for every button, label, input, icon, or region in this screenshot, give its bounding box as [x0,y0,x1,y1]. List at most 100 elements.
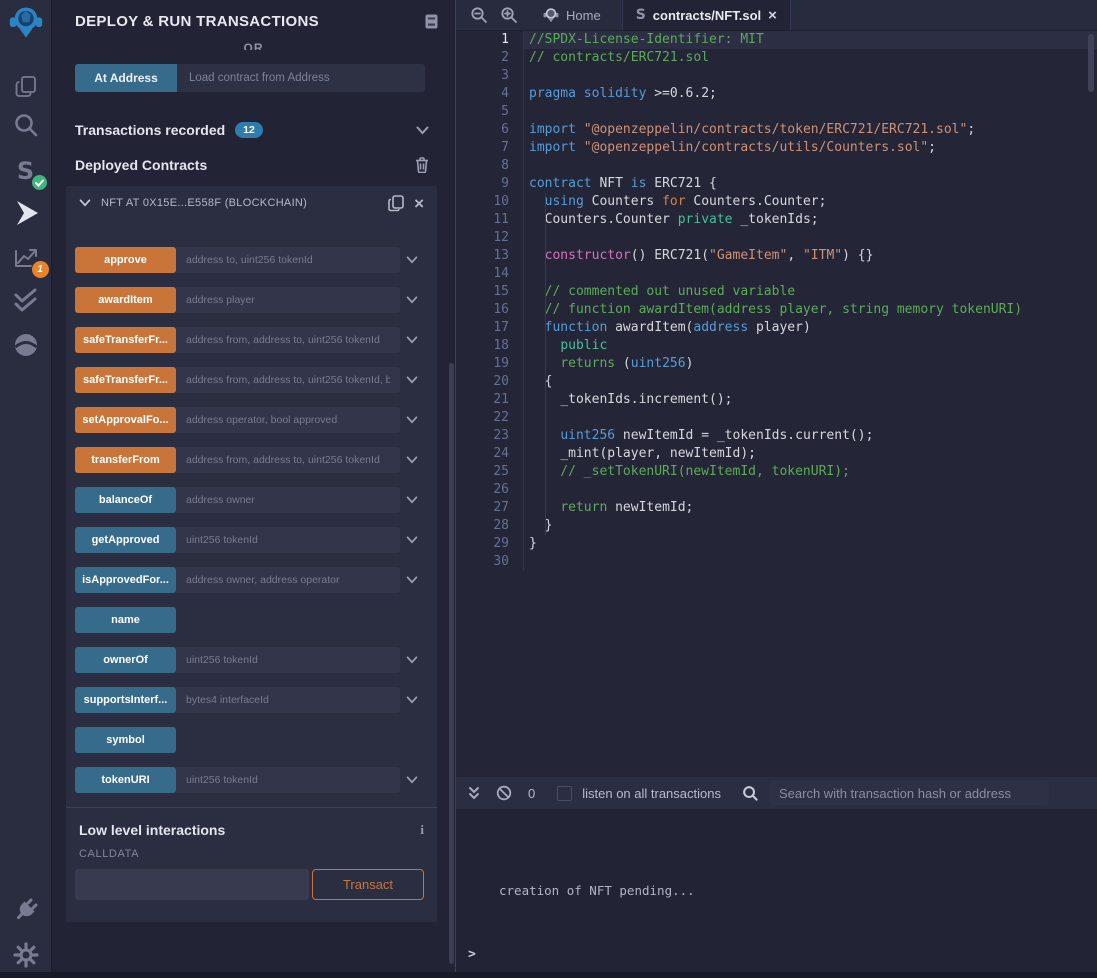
transact-button[interactable]: Transact [312,869,424,900]
code-line[interactable]: 7import "@openzeppelin/contracts/utils/C… [456,139,1097,157]
at-address-button[interactable]: At Address [75,64,177,92]
function-button-symbol[interactable]: symbol [75,727,176,753]
code-line[interactable]: 5 [456,103,1097,121]
expand-function-chevron-icon[interactable] [400,576,424,584]
code-line[interactable]: 19 returns (uint256) [456,355,1097,373]
expand-function-chevron-icon[interactable] [400,296,424,304]
plugin-icon[interactable] [9,893,43,927]
code-line[interactable]: 24 _mint(player, newItemId); [456,445,1097,463]
function-params-input[interactable] [176,487,400,513]
code-line[interactable]: 12 [456,229,1097,247]
function-button-awarditem[interactable]: awardItem [75,287,176,313]
documentation-book-icon[interactable] [424,14,439,29]
function-params-input[interactable] [176,367,400,393]
code-line[interactable]: 1//SPDX-License-Identifier: MIT [456,31,1097,49]
search-icon[interactable] [9,108,43,142]
at-address-input[interactable] [177,64,425,92]
editor-scrollbar[interactable] [1088,34,1094,92]
code-line[interactable]: 8 [456,157,1097,175]
function-button-supportsinterf-[interactable]: supportsInterf... [75,687,176,713]
code-line[interactable]: 22 [456,409,1097,427]
close-tab-icon[interactable]: × [768,8,777,23]
function-button-ownerof[interactable]: ownerOf [75,647,176,673]
code-line[interactable]: 30 [456,553,1097,571]
info-icon[interactable]: i [420,822,424,838]
code-line[interactable]: 14 [456,265,1097,283]
function-button-isapprovedfor-[interactable]: isApprovedFor... [75,567,176,593]
tab-home[interactable]: Home [530,0,614,30]
function-params-input[interactable] [176,687,400,713]
function-button-name[interactable]: name [75,607,176,633]
code-line[interactable]: 25 // _setTokenURI(newItemId, tokenURI); [456,463,1097,481]
listen-checkbox[interactable] [557,786,572,801]
expand-function-chevron-icon[interactable] [400,456,424,464]
code-line[interactable]: 16 // function awardItem(address player,… [456,301,1097,319]
function-button-balanceof[interactable]: balanceOf [75,487,176,513]
contract-instance-header[interactable]: NFT AT 0X15E...E558F (BLOCKCHAIN) × [66,186,437,220]
expand-function-chevron-icon[interactable] [400,496,424,504]
function-params-input[interactable] [176,447,400,473]
learneth-icon[interactable] [9,328,43,362]
code-line[interactable]: 18 public [456,337,1097,355]
code-line[interactable]: 10 using Counters for Counters.Counter; [456,193,1097,211]
code-line[interactable]: 6import "@openzeppelin/contracts/token/E… [456,121,1097,139]
function-params-input[interactable] [176,247,400,273]
clear-console-icon[interactable] [496,785,512,801]
function-params-input[interactable] [176,567,400,593]
code-editor[interactable]: 1//SPDX-License-Identifier: MIT2// contr… [456,31,1097,777]
remix-logo-icon[interactable] [9,6,43,40]
solidity-compiler-icon[interactable]: S [9,154,43,188]
code-line[interactable]: 3 [456,67,1097,85]
code-line[interactable]: 13 constructor() ERC721("GameItem", "ITM… [456,247,1097,265]
function-button-tokenuri[interactable]: tokenURI [75,767,176,793]
code-line[interactable]: 2// contracts/ERC721.sol [456,49,1097,67]
expand-function-chevron-icon[interactable] [400,336,424,344]
trash-icon[interactable] [415,157,429,173]
settings-gear-icon[interactable] [9,938,43,972]
expand-function-chevron-icon[interactable] [400,776,424,784]
function-button-safetransferfr-[interactable]: safeTransferFr... [75,367,176,393]
calldata-input[interactable] [75,869,309,900]
deploy-run-icon[interactable] [9,196,43,230]
code-line[interactable]: 20 { [456,373,1097,391]
analysis-icon[interactable]: 1 [9,239,43,273]
function-button-safetransferfr-[interactable]: safeTransferFr... [75,327,176,353]
terminal-search-input[interactable] [769,781,1049,805]
code-line[interactable]: 21 _tokenIds.increment(); [456,391,1097,409]
code-line[interactable]: 29} [456,535,1097,553]
expand-function-chevron-icon[interactable] [400,416,424,424]
code-line[interactable]: 27 return newItemId; [456,499,1097,517]
function-params-input[interactable] [176,647,400,673]
expand-function-chevron-icon[interactable] [400,656,424,664]
code-line[interactable]: 9contract NFT is ERC721 { [456,175,1097,193]
code-line[interactable]: 26 [456,481,1097,499]
chevron-down-icon[interactable] [416,126,429,135]
copy-icon[interactable] [388,195,404,212]
function-button-getapproved[interactable]: getApproved [75,527,176,553]
expand-function-chevron-icon[interactable] [400,696,424,704]
terminal-body[interactable]: creation of NFT pending... > [456,809,1097,972]
expand-function-chevron-icon[interactable] [400,536,424,544]
expand-function-chevron-icon[interactable] [400,376,424,384]
function-button-transferfrom[interactable]: transferFrom [75,447,176,473]
tab-contracts-nft-sol[interactable]: S contracts/NFT.sol × [622,0,791,30]
code-line[interactable]: 28 } [456,517,1097,535]
panel-scrollbar[interactable] [449,363,454,964]
unit-testing-icon[interactable] [9,283,43,317]
function-button-approve[interactable]: approve [75,247,176,273]
code-line[interactable]: 4pragma solidity >=0.6.2; [456,85,1097,103]
code-line[interactable]: 23 uint256 newItemId = _tokenIds.current… [456,427,1097,445]
function-params-input[interactable] [176,407,400,433]
code-line[interactable]: 17 function awardItem(address player) [456,319,1097,337]
file-explorer-icon[interactable] [9,70,43,104]
zoom-in-icon[interactable] [494,0,524,30]
code-line[interactable]: 15 // commented out unused variable [456,283,1097,301]
function-button-setapprovalfo-[interactable]: setApprovalFo... [75,407,176,433]
remove-instance-icon[interactable]: × [414,195,424,212]
function-params-input[interactable] [176,287,400,313]
function-params-input[interactable] [176,327,400,353]
expand-function-chevron-icon[interactable] [400,256,424,264]
function-params-input[interactable] [176,767,400,793]
zoom-out-icon[interactable] [464,0,494,30]
collapse-terminal-icon[interactable] [468,786,480,800]
